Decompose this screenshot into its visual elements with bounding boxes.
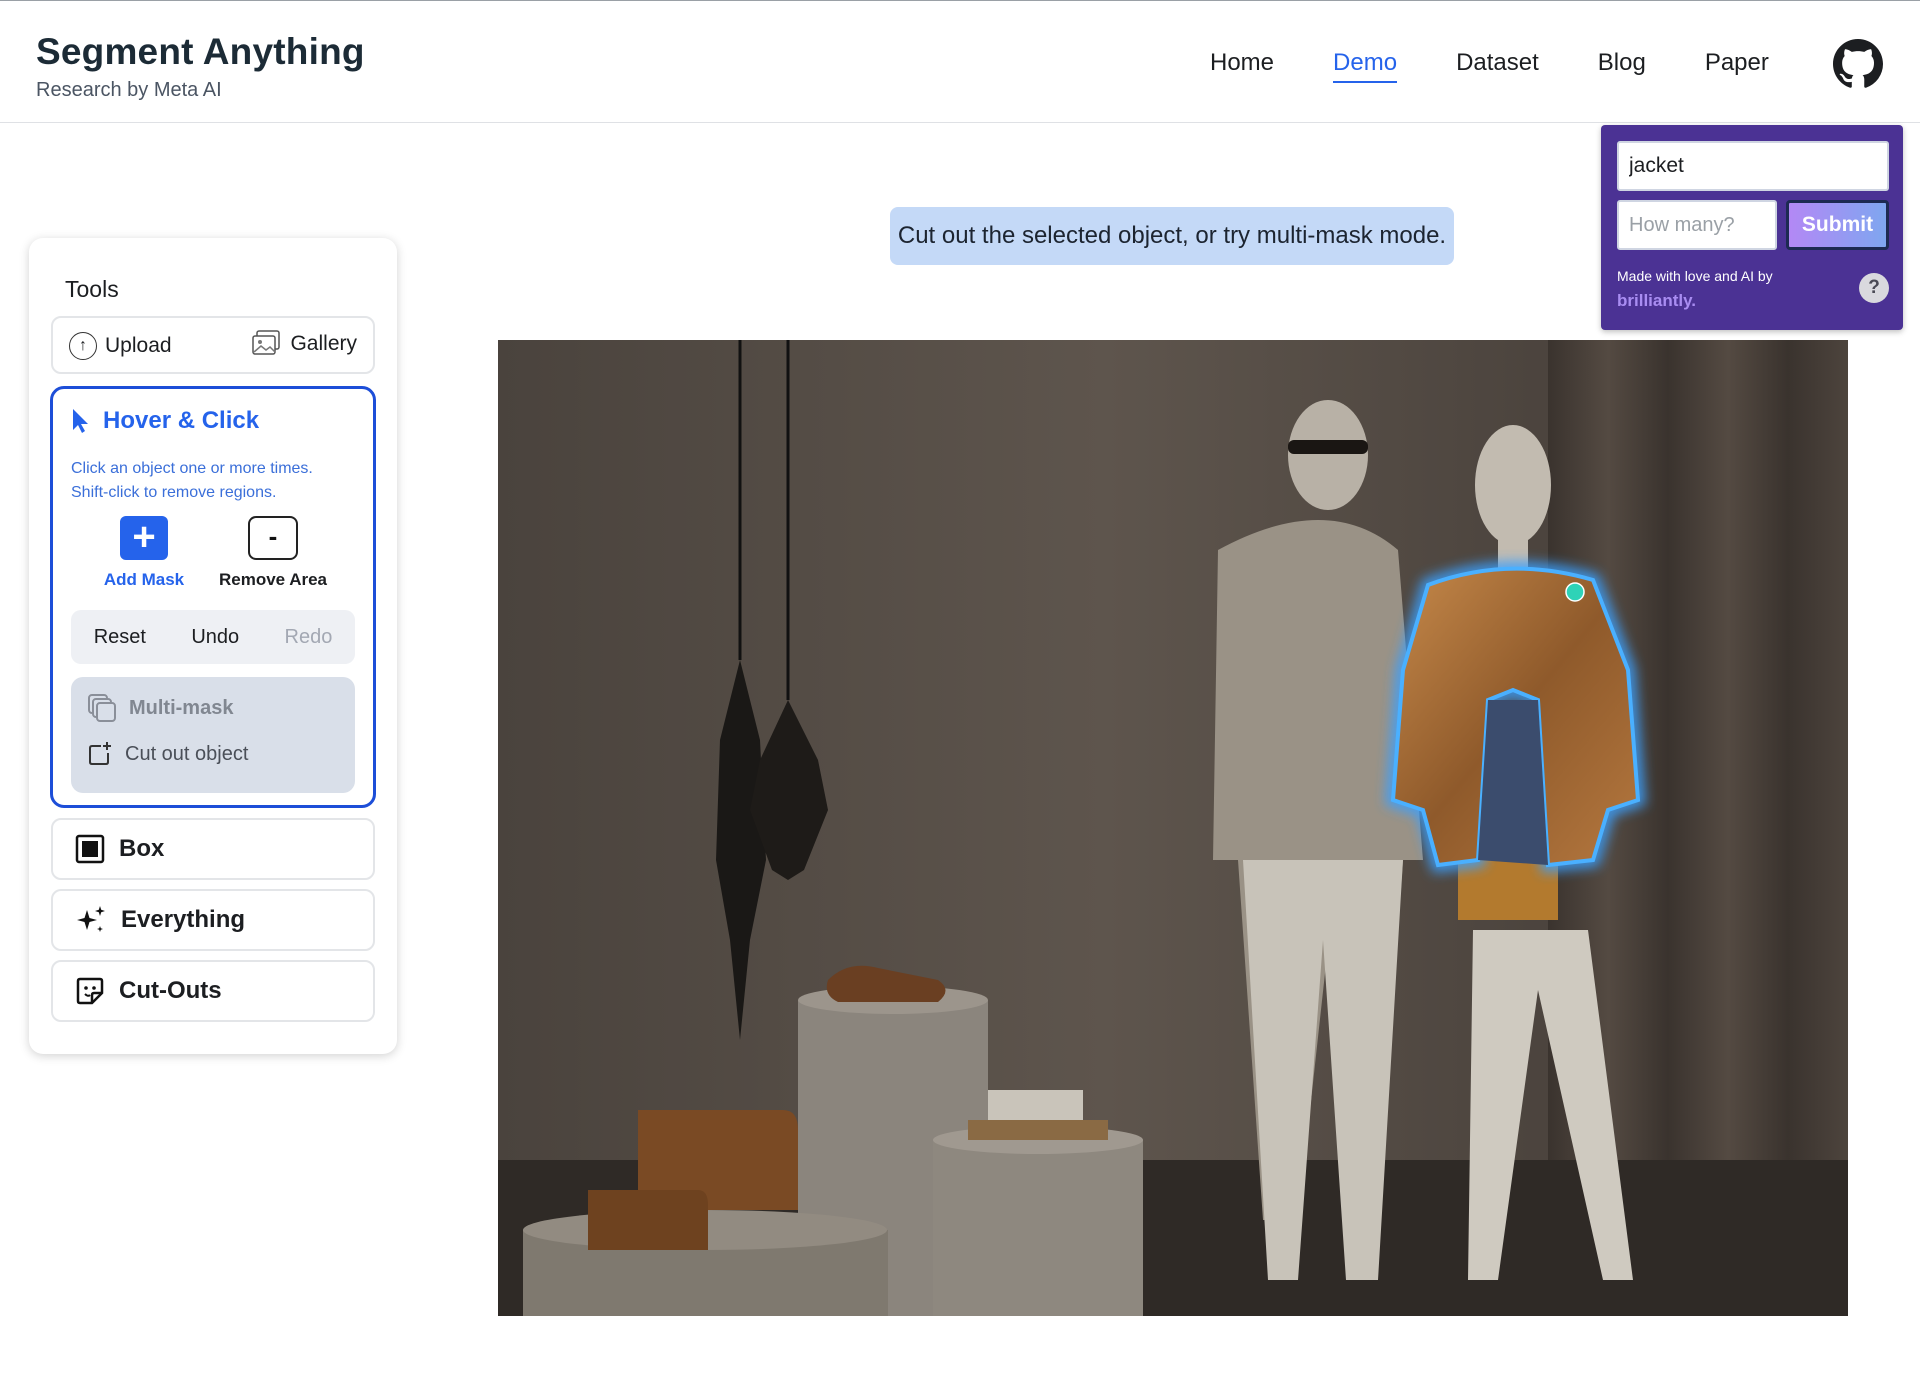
count-input[interactable] (1617, 200, 1777, 250)
multi-mask-icon (88, 694, 116, 722)
upload-label: Upload (105, 334, 172, 357)
github-icon[interactable] (1833, 39, 1883, 89)
text-prompt-input[interactable] (1617, 141, 1889, 191)
undo-button[interactable]: Undo (191, 626, 239, 649)
multi-mask-toggle[interactable]: Multi-mask (87, 693, 233, 723)
sparkle-icon (77, 906, 105, 932)
upload-gallery-row: ↑ Upload Gallery (51, 316, 375, 374)
minus-icon: - (248, 516, 298, 560)
upload-arrow-icon: ↑ (69, 332, 97, 360)
hint-message: Cut out the selected object, or try mult… (890, 207, 1454, 265)
sticker-icon (76, 977, 104, 1005)
cut-out-label: Cut out object (125, 742, 249, 765)
add-mask-label: Add Mask (103, 570, 185, 589)
plus-icon: + (120, 516, 168, 560)
nav-home[interactable]: Home (1210, 49, 1274, 83)
cutouts-tool-button[interactable]: Cut-Outs (51, 960, 375, 1022)
help-icon[interactable]: ? (1859, 273, 1889, 303)
multi-mask-label: Multi-mask (129, 696, 234, 719)
cursor-pointer-icon (73, 409, 88, 433)
hover-click-tool[interactable]: Hover & Click Click an object one or mor… (50, 386, 376, 808)
box-label: Box (119, 835, 165, 862)
hover-click-label: Hover & Click (103, 407, 260, 434)
everything-label: Everything (121, 906, 246, 933)
credit-text: Made with love and AI by (1617, 268, 1773, 284)
gallery-button[interactable]: Gallery (252, 330, 357, 358)
box-icon (75, 834, 105, 864)
image-canvas[interactable] (498, 340, 1848, 1316)
text-prompt-panel: Submit Made with love and AI by brillian… (1601, 125, 1903, 330)
reset-button[interactable]: Reset (94, 626, 146, 649)
nav-demo[interactable]: Demo (1333, 49, 1398, 83)
description-line-1: Click an object one or more times. (71, 460, 313, 477)
hover-click-title: Hover & Click (71, 407, 259, 435)
box-tool-button[interactable]: Box (51, 818, 375, 880)
main-nav: Home Demo Dataset Blog Paper (1210, 49, 1828, 83)
site-title[interactable]: Segment Anything (36, 31, 365, 73)
history-controls: Reset Undo Redo (71, 610, 355, 664)
cut-out-icon (89, 742, 111, 765)
mask-options: Multi-mask Cut out object (71, 677, 355, 793)
site-subtitle: Research by Meta AI (36, 79, 222, 101)
nav-paper[interactable]: Paper (1705, 49, 1769, 83)
shop-window-image[interactable] (498, 340, 1848, 1316)
credit-brand-link[interactable]: brilliantly. (1617, 291, 1696, 311)
everything-tool-button[interactable]: Everything (51, 889, 375, 951)
remove-area-button[interactable]: - Remove Area (213, 516, 333, 590)
page: Segment Anything Research by Meta AI Hom… (0, 0, 1920, 1374)
remove-area-label: Remove Area (218, 570, 328, 589)
hover-click-description: Click an object one or more times. Shift… (71, 457, 361, 505)
description-line-2: Shift-click to remove regions. (71, 484, 277, 501)
nav-dataset[interactable]: Dataset (1456, 49, 1539, 83)
submit-button[interactable]: Submit (1786, 200, 1889, 250)
cut-out-object-button[interactable]: Cut out object (87, 741, 248, 767)
gallery-icon (252, 330, 281, 355)
tools-panel: Tools ↑ Upload Gallery Hover & Click Cli… (29, 238, 397, 1054)
add-mask-button[interactable]: + Add Mask (101, 516, 187, 590)
cutouts-label: Cut-Outs (119, 977, 222, 1004)
tools-title: Tools (65, 276, 119, 302)
top-header: Segment Anything Research by Meta AI Hom… (0, 0, 1920, 123)
nav-blog[interactable]: Blog (1598, 49, 1646, 83)
redo-button[interactable]: Redo (285, 626, 333, 649)
upload-button[interactable]: ↑ Upload (69, 332, 172, 360)
gallery-label: Gallery (290, 332, 357, 355)
